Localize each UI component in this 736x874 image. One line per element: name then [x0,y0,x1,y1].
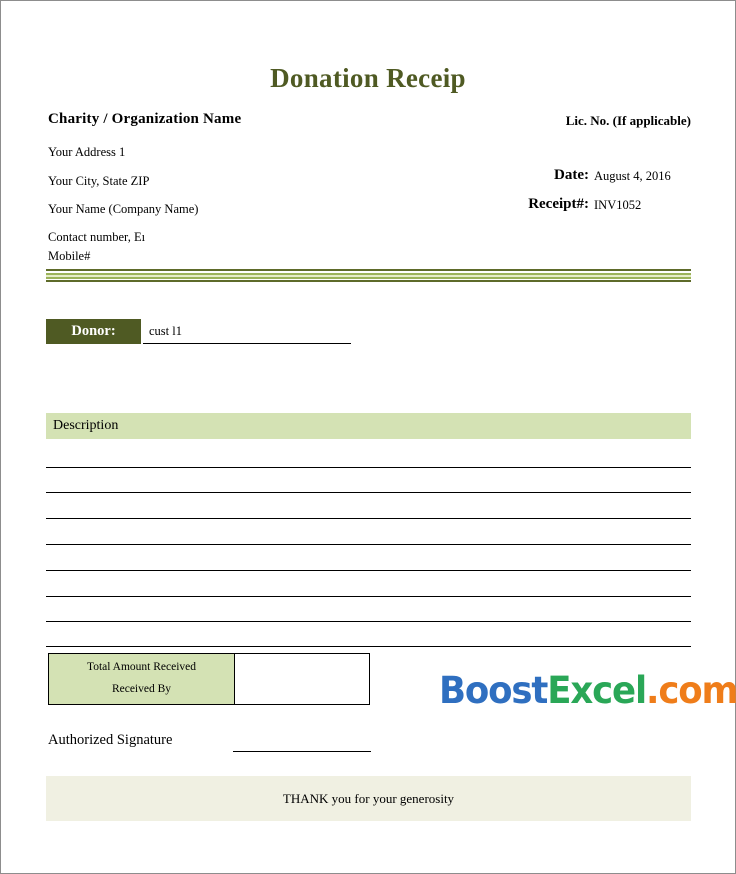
footer-banner: THANK you for your generosity [46,776,691,821]
description-row-rule[interactable] [46,570,691,571]
header-divider [46,269,691,282]
page-title: Donation Receip [270,63,466,93]
authorized-signature-label: Authorized Signature [48,732,173,748]
received-by-label: Received By [111,683,172,695]
receipt-number-row: Receipt#: INV1052 [528,195,641,213]
logo-excel-text: Excel [547,669,647,712]
totals-value-cell[interactable] [235,654,369,704]
total-amount-received-label: Total Amount Received [86,661,197,674]
totals-label-cell: Total Amount Received Received By [49,654,235,704]
logo-boost-text: Boost [439,669,548,712]
description-row-rule[interactable] [46,518,691,519]
address-line: Your Name (Company Name) [48,202,199,216]
address-line: Contact number, Eı [48,230,146,244]
license-number-label: Lic. No. (If applicable) [565,113,691,128]
boostexcel-logo: BoostExcel.com [439,669,736,712]
receipt-number-value: INV1052 [594,198,642,212]
description-row-rule[interactable] [46,467,691,468]
description-row-rule[interactable] [46,621,691,622]
address-line: Your Address 1 [48,145,126,159]
date-row: Date: August 4, 2016 [554,166,671,184]
organization-name: Charity / Organization Name [48,111,242,127]
description-row-rule[interactable] [46,646,691,647]
date-label: Date: [554,167,589,183]
description-column-header: Description [46,413,691,439]
description-row-rule[interactable] [46,596,691,597]
donor-input[interactable]: cust l1 [143,319,351,344]
receipt-page: Donation Receip Charity / Organization N… [0,0,736,874]
address-line: Your City, State ZIP [48,174,150,188]
description-row-rule[interactable] [46,544,691,545]
thank-you-message: THANK you for your generosity [282,790,455,806]
totals-box: Total Amount Received Received By [48,653,370,705]
donor-label: Donor: [46,319,141,344]
receipt-number-label: Receipt#: [528,196,589,212]
authorized-signature-line[interactable] [233,751,371,752]
address-line: Mobile# [48,249,91,263]
date-value: August 4, 2016 [594,169,671,183]
description-row-rule[interactable] [46,492,691,493]
logo-dotcom-text: .com [646,669,736,712]
receipt-sheet: Donation Receip Charity / Organization N… [1,1,736,873]
